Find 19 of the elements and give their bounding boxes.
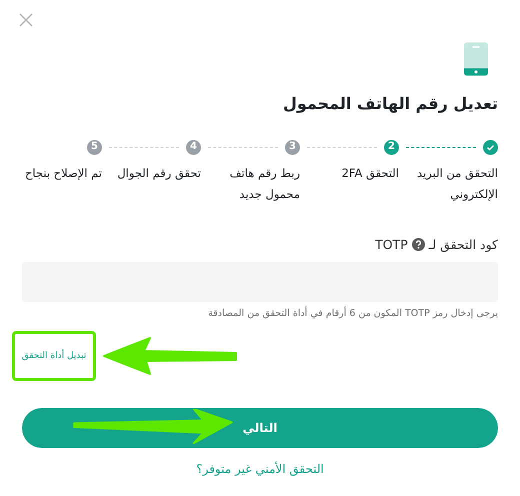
field-label: كود التحقق لـ: [428, 237, 498, 252]
dialog-title: تعديل رقم الهاتف المحمول: [282, 94, 498, 113]
switch-tool-link[interactable]: تبديل أداة التحقق: [22, 351, 86, 361]
step-number: 2: [384, 140, 399, 154]
step-label: تم الإصلاح بنجاح: [24, 165, 102, 182]
step-number: 3: [285, 140, 300, 154]
close-icon[interactable]: [18, 12, 34, 28]
field-label: TOTP: [375, 237, 408, 252]
unavailable-link[interactable]: التحقق الأمني غير متوفر؟: [196, 462, 324, 476]
step-label: التحقق من البريد الإلكتروني: [416, 165, 498, 203]
step-label: التحقق 2FA: [340, 165, 399, 182]
help-icon[interactable]: [412, 238, 425, 251]
phone-icon: [464, 42, 488, 76]
step-number: 5: [87, 140, 102, 154]
step-label: تحقق رقم الجوال: [116, 165, 201, 182]
next-button[interactable]: التالي: [22, 408, 498, 448]
field-hint: يرجى إدخال رمز TOTP المكون من 6 أرقام في أداة التحقق من المصادقة: [207, 308, 498, 319]
step-label: ربط رقم هاتف محمول جديد: [228, 165, 300, 203]
step-number: 4: [186, 140, 201, 154]
